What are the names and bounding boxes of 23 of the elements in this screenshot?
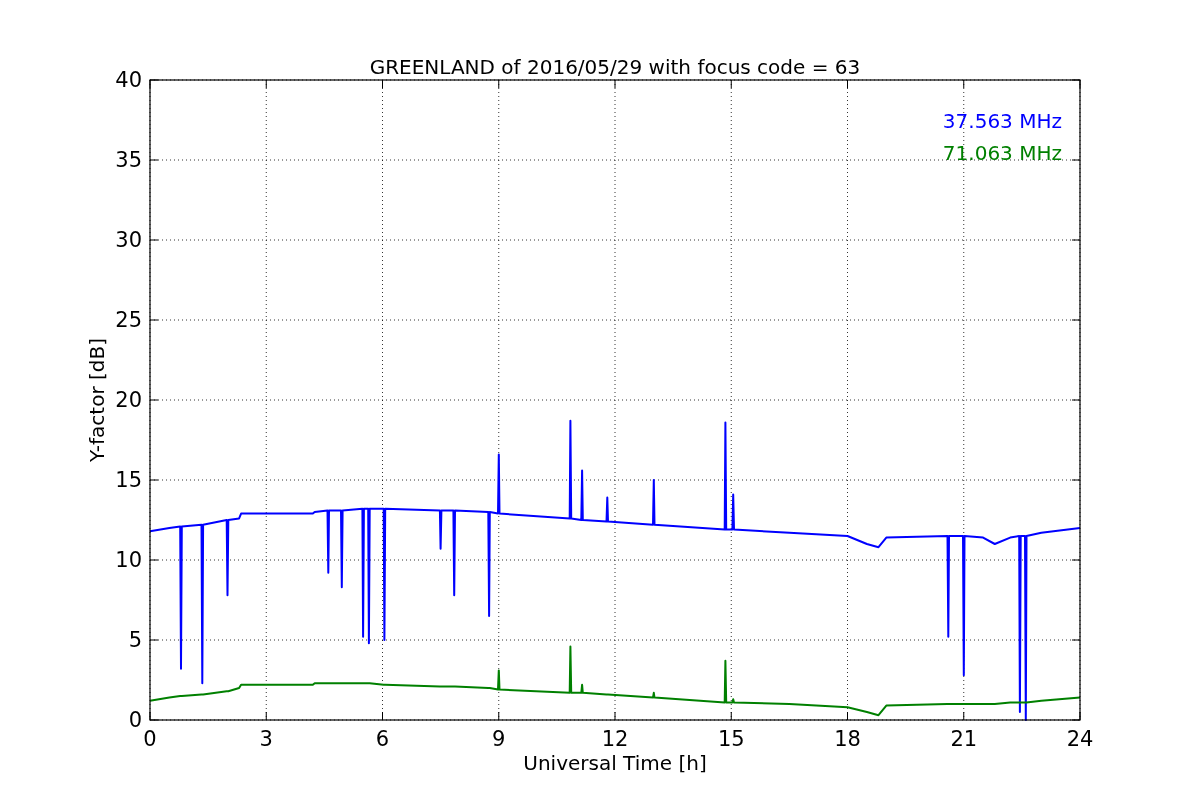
chart-title: GREENLAND of 2016/05/29 with focus code = 63 bbox=[369, 55, 861, 79]
legend-label: 37.563 MHz bbox=[942, 109, 1062, 133]
y-tick-label: 25 bbox=[115, 308, 142, 332]
x-axis-label: Universal Time [h] bbox=[523, 751, 707, 775]
x-tick-label: 18 bbox=[834, 727, 861, 751]
x-tick-label: 3 bbox=[259, 727, 273, 751]
x-tick-label: 24 bbox=[1066, 727, 1094, 751]
y-tick-label: 0 bbox=[128, 708, 142, 732]
x-tick-label: 0 bbox=[143, 727, 157, 751]
y-tick-label: 35 bbox=[115, 148, 142, 172]
y-axis-label: Y-factor [dB] bbox=[85, 338, 109, 462]
y-tick-label: 5 bbox=[128, 628, 142, 652]
legend-label: 71.063 MHz bbox=[942, 141, 1062, 165]
x-tick-label: 21 bbox=[950, 727, 978, 751]
x-tick-label: 6 bbox=[375, 727, 390, 751]
y-tick-label: 15 bbox=[115, 468, 142, 492]
y-tick-label: 10 bbox=[115, 548, 142, 572]
y-tick-label: 40 bbox=[115, 68, 142, 92]
y-tick-label: 20 bbox=[115, 388, 142, 412]
x-tick-label: 15 bbox=[717, 727, 745, 751]
x-tick-label: 12 bbox=[601, 727, 629, 751]
y-tick-label: 30 bbox=[115, 228, 142, 252]
x-tick-label: 9 bbox=[492, 727, 506, 751]
